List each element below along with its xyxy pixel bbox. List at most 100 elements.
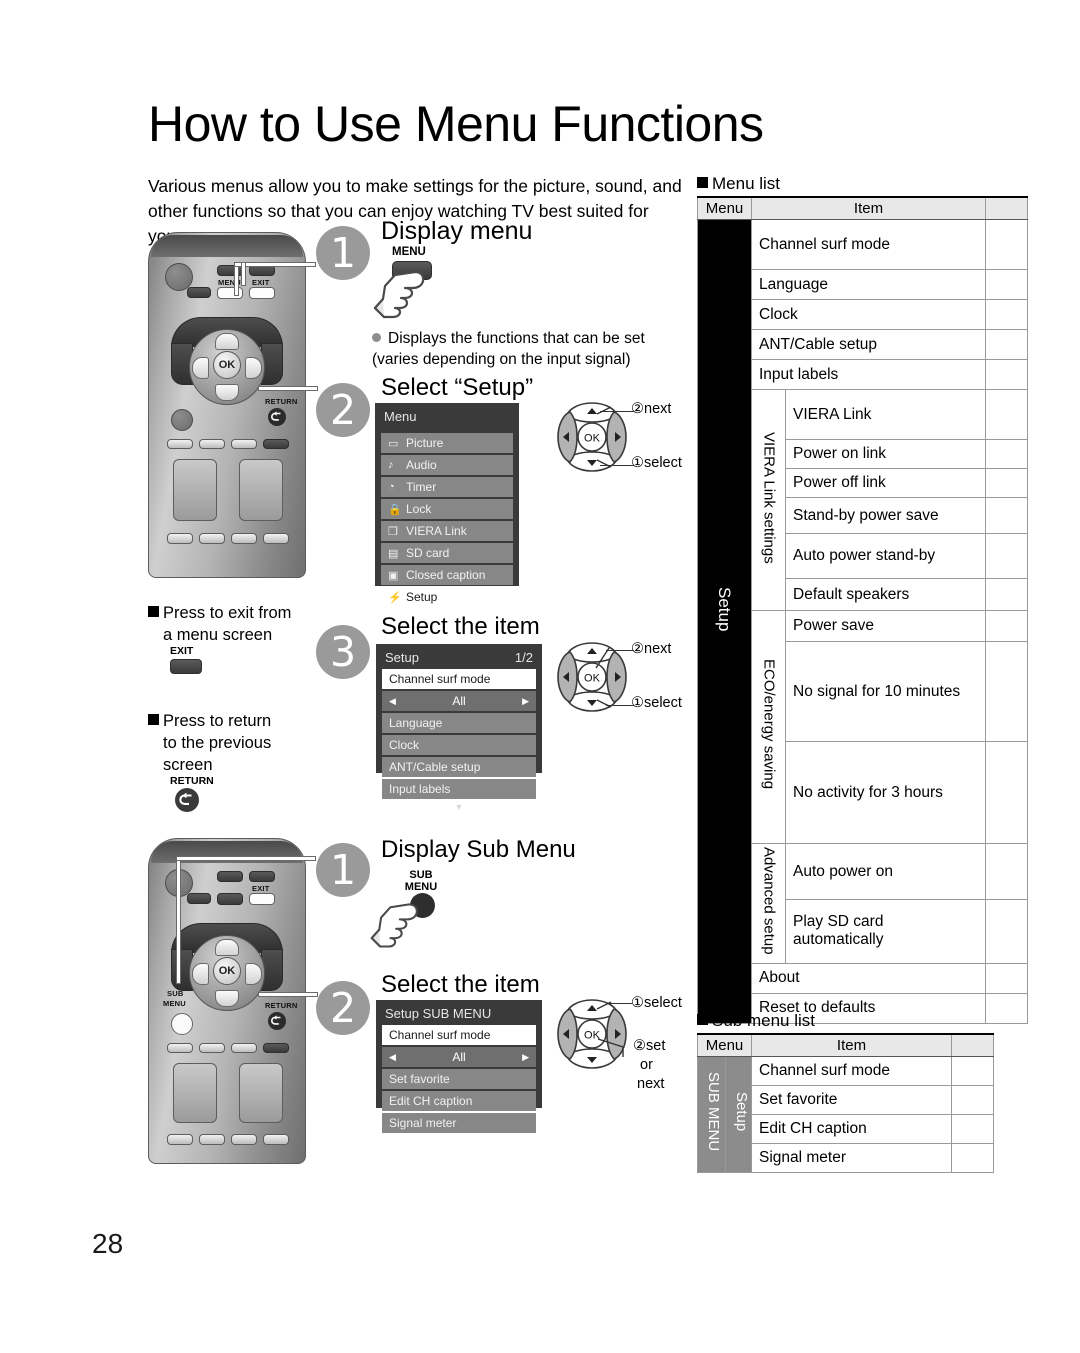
- sub-menu-list-item-cell: Channel surf mode: [751, 1056, 952, 1086]
- menu-list-item-cell: Clock: [751, 299, 986, 330]
- menu-list-ref-cell: [985, 741, 1028, 844]
- osd-item-sd-card[interactable]: ▤ SD card: [381, 543, 513, 563]
- osd-sub-menu-title-text: Setup SUB MENU: [385, 1006, 492, 1021]
- menu-list-col-ref: [985, 196, 1028, 220]
- right-arrow-icon-2: ▶: [522, 1051, 529, 1062]
- osd-setup-item-language[interactable]: Language: [382, 713, 536, 733]
- menu-list-item-cell: Power off link: [785, 468, 986, 498]
- menu-list-ref-cell: [985, 497, 1028, 534]
- menu-list-table: Menu Item Channel surf mode Language Clock…: [697, 196, 1028, 1024]
- leader-line-menu-v2: [241, 262, 246, 286]
- osd-setup-item-channel-surf-mode[interactable]: Channel surf mode: [382, 669, 536, 689]
- heading-display-sub-menu: Display Sub Menu: [381, 836, 576, 863]
- menu-list-ref-cell: [985, 899, 1028, 964]
- osd-setup-title-text: Setup: [385, 650, 419, 665]
- sub-menu-list-inner-label: Setup: [732, 1092, 750, 1132]
- color-button-3: [231, 439, 257, 449]
- dpad-up: [215, 333, 239, 350]
- menu-list-item-cell: About: [751, 962, 986, 994]
- menu-list-heading: Menu list: [697, 174, 780, 194]
- leader-line-menu-v: [234, 262, 239, 296]
- osd-item-picture[interactable]: ▭ Picture: [381, 433, 513, 453]
- sub-menu-list-ref-cell: [951, 1056, 994, 1086]
- osd-setup-value-bar[interactable]: ◀ All ▶: [382, 691, 536, 711]
- exit-button-label: EXIT: [252, 278, 270, 287]
- osd-sub-item-channel-surf-mode[interactable]: Channel surf mode: [382, 1025, 536, 1045]
- osd-sub-value-bar[interactable]: ◀ All ▶: [382, 1047, 536, 1067]
- volume-pad-2: [239, 1063, 283, 1123]
- remote-control-illustration-top: MENU EXIT OK RETURN: [148, 232, 306, 578]
- menu-list-ref-cell: [985, 329, 1028, 360]
- hand-pointer-icon: [373, 270, 425, 319]
- remote-button-row4-d: [263, 533, 289, 544]
- left-arrow-icon: ◀: [389, 695, 396, 706]
- sub-menu-list-col-ref: [951, 1033, 994, 1057]
- dpad-leader-select: [600, 465, 634, 466]
- step-number-select-setup: 2: [316, 383, 370, 437]
- osd-item-lock[interactable]: 🔒 Lock: [381, 499, 513, 519]
- osd-setup-item-ant-cable-setup[interactable]: ANT/Cable setup: [382, 757, 536, 777]
- return-icon: [268, 408, 286, 426]
- osd-sub-item-signal-meter[interactable]: Signal meter: [382, 1113, 536, 1133]
- osd-item-audio[interactable]: ♪ Audio: [381, 455, 513, 475]
- square-bullet-3: [697, 177, 708, 188]
- osd-menu-screen: Menu ▭ Picture ♪ Audio ◔ Timer 🔒 Lock ❐ …: [375, 403, 519, 607]
- channel-pad-2: [173, 1063, 217, 1123]
- menu-list-ref-cell: [985, 641, 1028, 742]
- remote-button-row4-a: [167, 533, 193, 544]
- dpad-label-next-sub: next: [637, 1076, 665, 1092]
- osd-item-closed-caption[interactable]: ▣ Closed caption: [381, 565, 513, 585]
- dpad-label-select-sub: ①select: [631, 995, 682, 1011]
- osd-menu-title: Menu: [375, 403, 519, 433]
- osd-setup-item-clock[interactable]: Clock: [382, 735, 536, 755]
- osd-setup-title: Setup 1/2: [376, 644, 542, 669]
- timer-icon: ◔: [388, 481, 395, 493]
- osd-sub-item-set-favorite[interactable]: Set favorite: [382, 1069, 536, 1089]
- osd-setup-scroll-caret: ▼: [454, 802, 464, 812]
- sub-menu-list-ref-cell: [951, 1085, 994, 1115]
- menu-list-ref-cell: [985, 992, 1028, 1024]
- table-row: SUB MENU Setup Channel surf mode: [697, 1056, 994, 1173]
- sub-menu-list-outer-label: SUB MENU: [704, 1072, 722, 1152]
- step-number-select-item: 3: [316, 625, 370, 679]
- leader-line-submenu-v: [176, 856, 181, 984]
- menu-list-group-cell: ECO/energy saving: [751, 610, 786, 844]
- menu-list-group-label: VIERA Link settings: [760, 431, 778, 564]
- menu-list-item-cell: Auto power on: [785, 842, 986, 901]
- dpad-label-or-sub: or: [640, 1057, 653, 1073]
- osd-item-viera-link[interactable]: ❐ VIERA Link: [381, 521, 513, 541]
- menu-list-item-cell: Power on link: [785, 439, 986, 469]
- osd-menu-title-text: Menu: [384, 409, 417, 424]
- step-number-display-sub-menu: 1: [316, 843, 370, 897]
- osd-setup-screen: Setup 1/2 Channel surf mode ◀ All ▶ Lang…: [376, 644, 542, 812]
- return-icon-2: [268, 1012, 286, 1030]
- color-button-2b: [199, 1043, 225, 1053]
- viera-link-icon: ❐: [388, 525, 398, 538]
- bullet-dot: [372, 333, 381, 342]
- menu-list-ref-cell: [985, 468, 1028, 498]
- dpad-down-2: [215, 990, 239, 1007]
- menu-list-ref-cell: [985, 389, 1028, 440]
- leader-line-menu-h: [234, 262, 316, 267]
- ok-button-2: OK: [213, 957, 241, 985]
- dpad-down: [215, 384, 239, 401]
- square-bullet: [148, 606, 159, 617]
- osd-setup-item-input-labels[interactable]: Input labels: [382, 779, 536, 799]
- dpad-leader-select-3: [606, 1003, 632, 1004]
- osd-item-setup[interactable]: ⚡ Setup: [381, 587, 513, 607]
- leader-line-dpad-2: [258, 992, 318, 997]
- return-key-icon: [175, 788, 199, 812]
- exit-key-label: EXIT: [170, 645, 194, 657]
- osd-item-timer[interactable]: ◔ Timer: [381, 477, 513, 497]
- step-number-select-sub-item: 2: [316, 981, 370, 1035]
- menu-list-ref-cell: [985, 842, 1028, 901]
- menu-list-item-cell: Power save: [785, 610, 986, 642]
- osd-setup-page-indicator: 1/2: [514, 650, 533, 665]
- menu-list-item-cell: Auto power stand-by: [785, 533, 986, 579]
- hand-pointer-icon-2: [370, 903, 418, 948]
- sub-menu-key-label-line1: SUB: [167, 989, 184, 998]
- closed-caption-icon: ▣: [388, 569, 399, 582]
- osd-sub-item-edit-ch-caption[interactable]: Edit CH caption: [382, 1091, 536, 1111]
- sub-menu-list-item-cell: Edit CH caption: [751, 1114, 952, 1144]
- remote-control-illustration-bottom: EXIT OK SUB MENU RETURN: [148, 838, 306, 1164]
